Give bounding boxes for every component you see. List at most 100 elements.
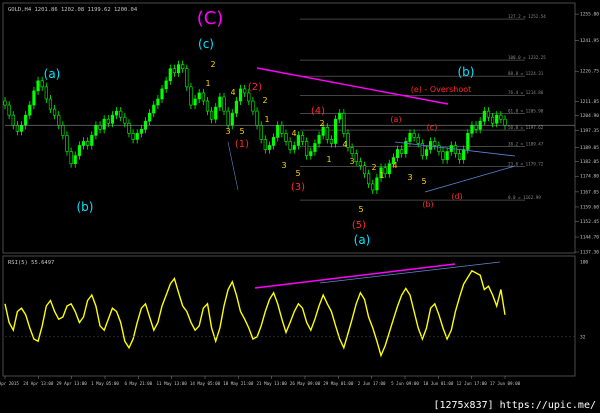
y-tick-label: 1204.90: [580, 113, 599, 119]
candle-body: [292, 145, 296, 150]
minute-wave-label: 2: [371, 163, 376, 172]
candle-body: [110, 114, 115, 124]
x-tick-label: 21 May 13:00: [257, 381, 288, 386]
candle-body: [491, 116, 495, 124]
candle-body: [354, 153, 358, 162]
x-tick-label: 17 Jun 09:00: [490, 381, 521, 386]
minute-wave-label: 3: [281, 161, 286, 170]
rsi-tick-label: 32: [580, 334, 586, 340]
wave-label: (e) - Overshoot: [411, 85, 472, 94]
candle-body: [40, 80, 44, 88]
x-tick-label: 18 May 21:00: [223, 381, 254, 386]
candle-body: [429, 141, 433, 150]
candle-body: [321, 126, 325, 136]
candle-body: [350, 147, 354, 154]
candle-body: [470, 124, 474, 134]
x-tick-label: 14 May 05:00: [190, 381, 221, 386]
candle-body: [90, 135, 94, 146]
x-tick-label: 26 May 09:00: [290, 381, 321, 386]
candle-body: [73, 155, 77, 164]
candle-body: [19, 124, 24, 132]
chart-window: 127.2 = 1252.54 100.0 = 1232.25 88.8 = 122…: [0, 0, 600, 413]
wave-label: (C): [197, 8, 224, 29]
wave-label: (4): [311, 106, 325, 117]
watermark: [1275x837] https://upic.me/: [433, 400, 596, 411]
wave-label: (a): [390, 115, 401, 124]
candle-body: [102, 118, 106, 130]
candle-body: [185, 68, 189, 88]
fib-levels: 127.2 = 1252.54 100.0 = 1232.25 88.8 = 122…: [300, 14, 546, 201]
candle-body: [305, 141, 309, 156]
candle-body: [358, 161, 362, 166]
candle-body: [214, 106, 218, 120]
rsi-info: RSI(5) 55.6497: [8, 260, 54, 266]
candle-body: [205, 100, 210, 112]
x-tick-label: 24 Apr 13:00: [23, 381, 54, 386]
fib-label: 50.0 = 1197.62: [508, 125, 544, 130]
rsi-trendline: [319, 261, 501, 284]
candle-body: [445, 151, 449, 160]
candle-body: [28, 104, 32, 116]
candle-body: [317, 135, 321, 144]
minute-wave-label: 1: [264, 115, 269, 124]
wave-label: (a): [44, 67, 61, 81]
candle-body: [300, 135, 305, 142]
x-tick-label: 11 May 13:00: [157, 381, 188, 386]
candle-body: [437, 145, 441, 152]
candle-body: [313, 143, 317, 152]
candle-body: [114, 110, 119, 116]
candle-body: [222, 96, 226, 112]
symbol-info: GOLD,H4 1201.86 1202.08 1199.62 1200.04: [8, 7, 138, 13]
candle-body: [263, 139, 267, 150]
price-candles: [3, 60, 575, 194]
candle-body: [94, 124, 98, 136]
wave-labels: (C) (c) (a) (b) (b) (a) (2) (1) (4) (3) (5) (a) (c) (…: [44, 8, 475, 247]
candle-body: [189, 86, 193, 106]
x-tick-label: 1 May 05:00: [91, 381, 119, 386]
wave-label: (5): [352, 220, 366, 231]
candle-body: [271, 137, 276, 146]
wave-label: (1): [235, 139, 249, 150]
rsi-tick-label: 100: [580, 260, 588, 266]
minute-wave-label: 2: [210, 60, 215, 69]
candle-body: [280, 124, 284, 134]
candle-body: [462, 149, 466, 160]
candle-body: [44, 86, 48, 100]
candle-body: [416, 137, 420, 144]
candle-body: [441, 151, 445, 160]
candle-body: [156, 98, 160, 106]
candle-body: [325, 126, 329, 140]
candle-body: [139, 129, 143, 134]
candle-body: [52, 108, 57, 116]
candle-body: [333, 118, 338, 144]
candle-body: [371, 183, 375, 191]
candle-body: [148, 112, 152, 122]
y-tick-label: 1241.95: [580, 38, 599, 44]
y-tick-label: 1174.80: [580, 174, 599, 180]
candle-body: [48, 98, 53, 110]
fib-label: 100.0 = 1232.25: [508, 55, 546, 60]
candle-body: [296, 135, 300, 146]
candle-body: [288, 141, 292, 150]
x-tick-label: 29 Apr 13:00: [57, 381, 88, 386]
fib-label: 23.6 = 1179.72: [508, 161, 544, 166]
candle-body: [486, 110, 491, 118]
rsi-panel-frame: [2, 255, 576, 377]
candle-body: [309, 151, 313, 156]
minute-wave-label: 5: [358, 205, 363, 214]
y-tick-label: 1197.35: [580, 128, 599, 134]
wave-label: (a): [354, 233, 371, 247]
minute-wave-label: 3: [225, 127, 230, 136]
x-tick-label: 5 Jun 09:00: [391, 381, 419, 386]
candle-body: [408, 133, 412, 142]
x-tick-label: 10 Jun 01:00: [423, 381, 454, 386]
candle-body: [499, 114, 503, 120]
minute-wave-label: 4: [291, 129, 296, 138]
y-tick-label: 1144.70: [580, 235, 599, 241]
x-tick-label: 22 Apr 2015: [0, 381, 19, 386]
minute-wave-label: 5: [421, 177, 426, 186]
fib-label: 38.2 = 1189.47: [508, 142, 544, 147]
candle-body: [86, 141, 90, 146]
minute-wave-label: 2: [262, 96, 267, 105]
wave-label: (d): [451, 192, 462, 201]
